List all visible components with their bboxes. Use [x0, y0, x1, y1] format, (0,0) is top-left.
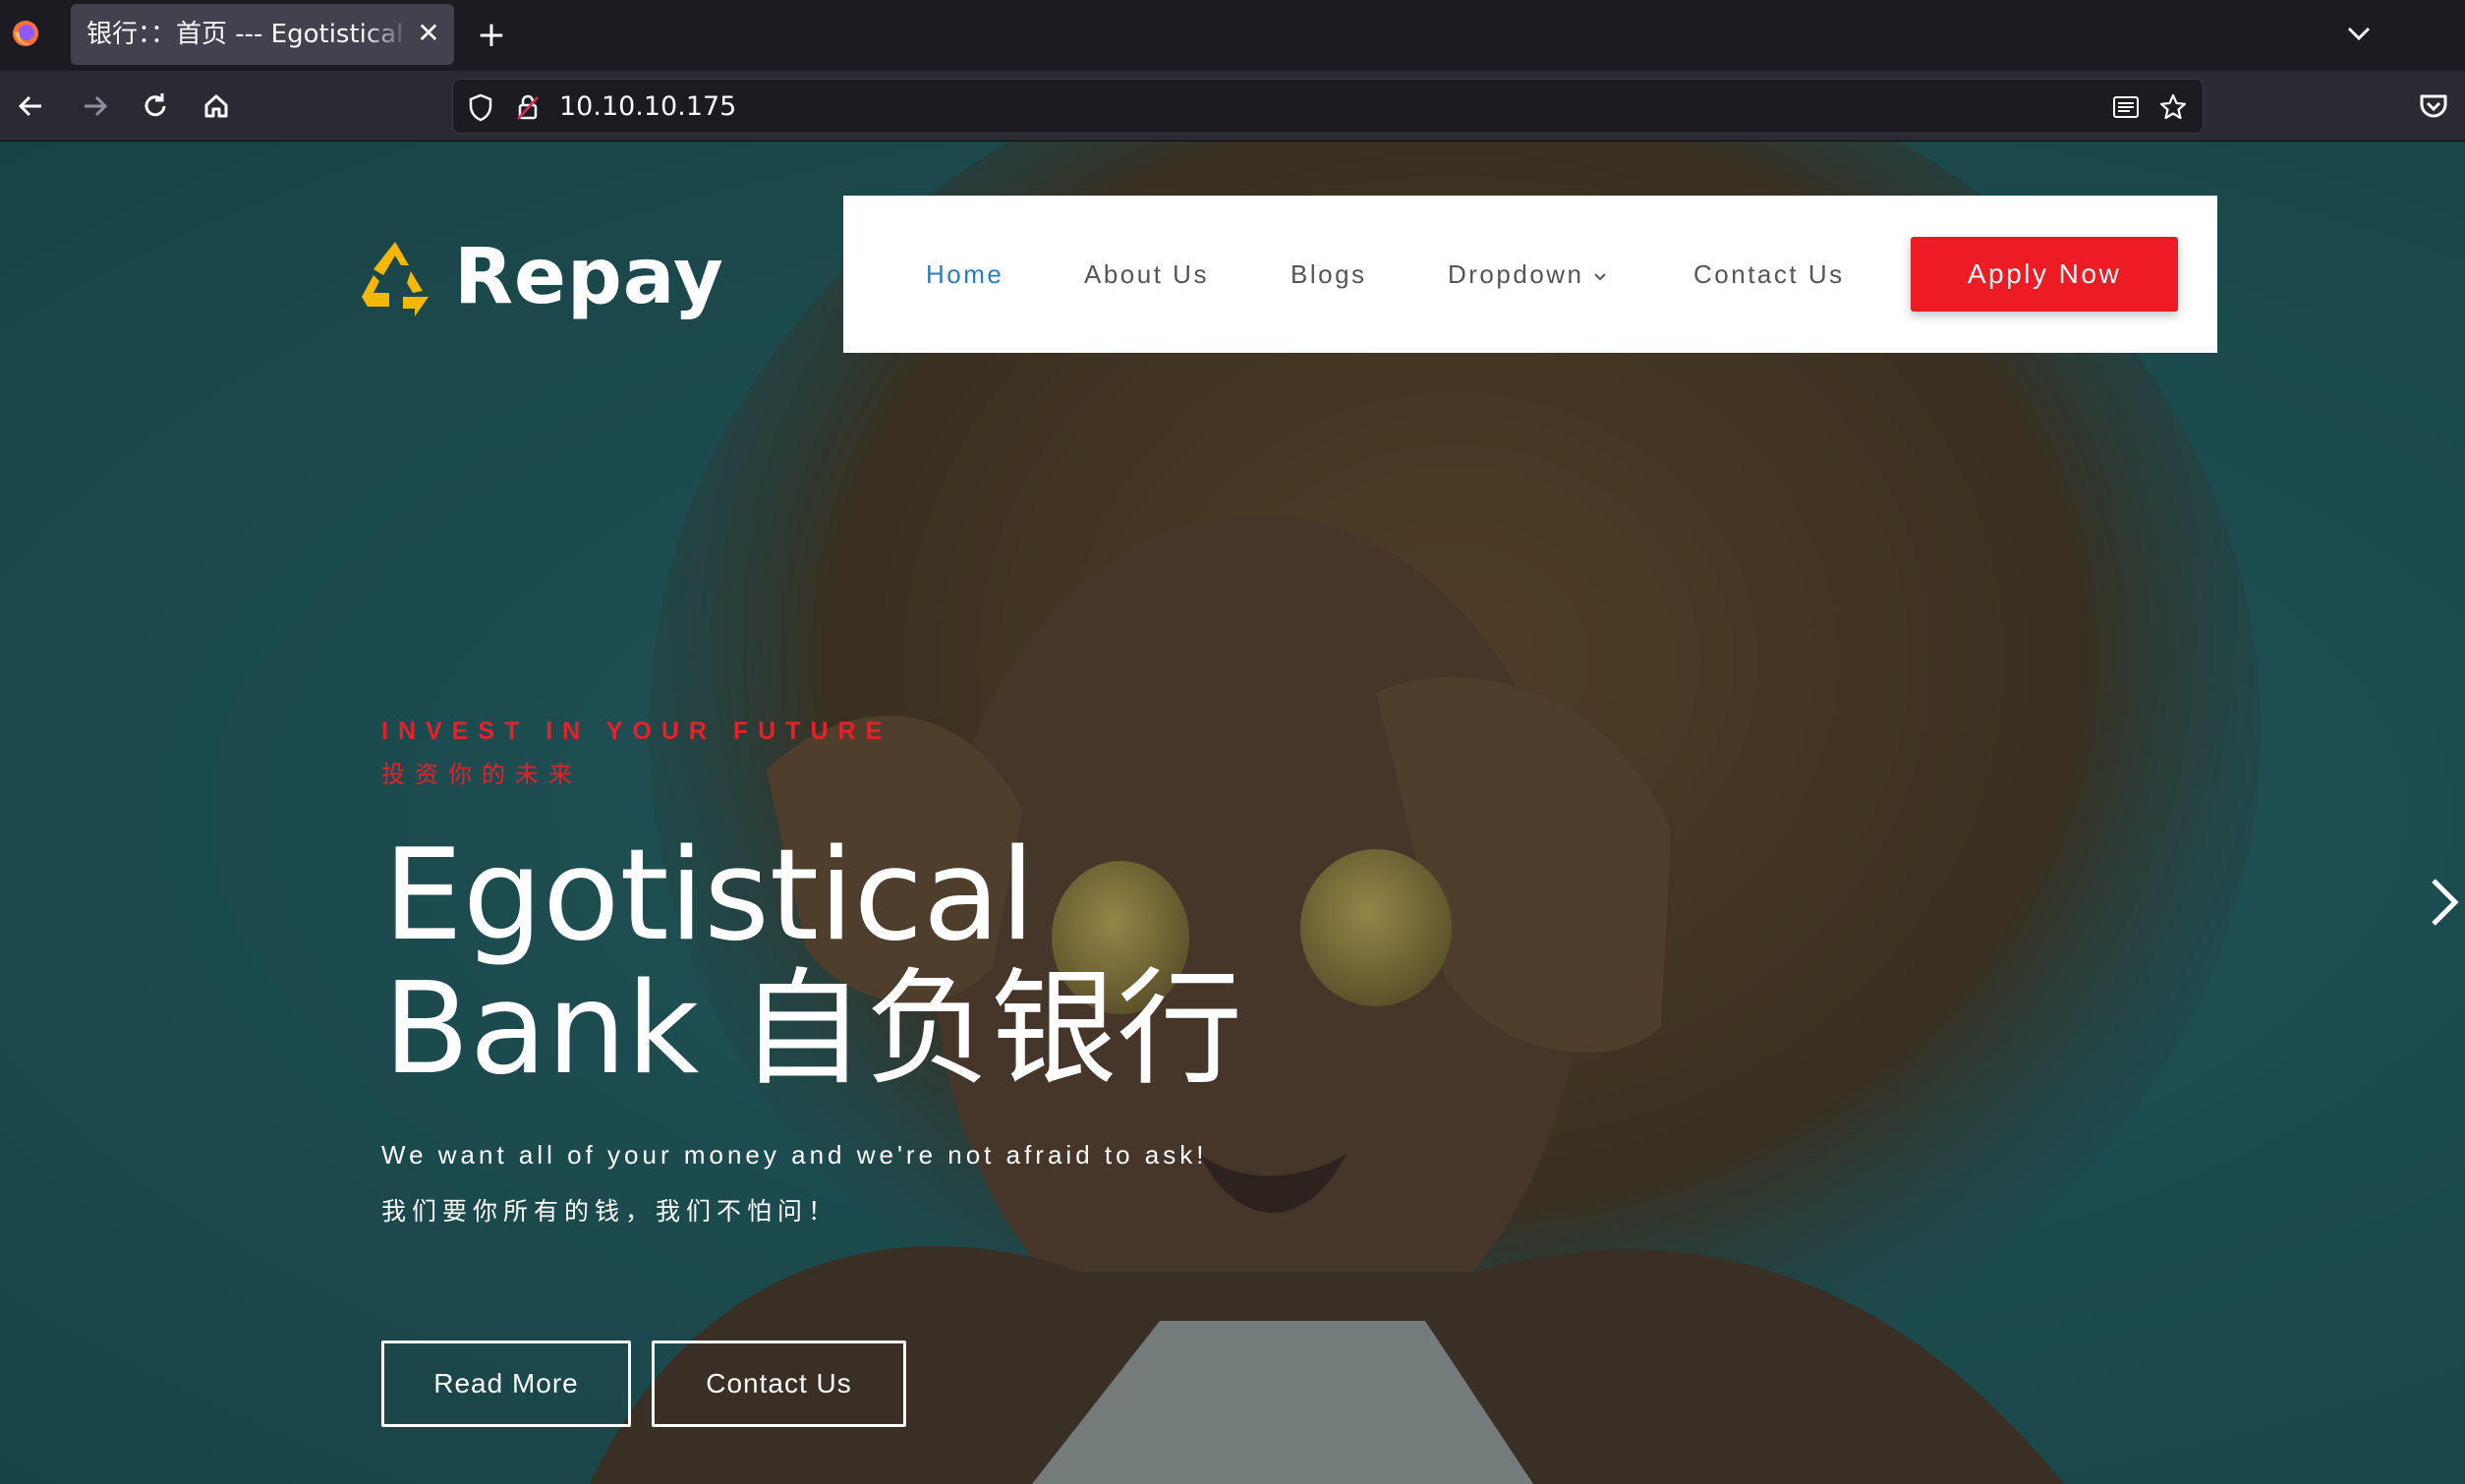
- nav-home[interactable]: Home: [926, 255, 1003, 294]
- nav-blogs[interactable]: Blogs: [1290, 255, 1367, 294]
- new-tab-button[interactable]: +: [472, 16, 511, 55]
- pocket-icon[interactable]: [2412, 85, 2455, 128]
- read-more-button[interactable]: Read More: [381, 1341, 631, 1427]
- reader-view-icon[interactable]: [2110, 91, 2142, 123]
- nav-about-us[interactable]: About Us: [1084, 255, 1209, 294]
- hero-kicker: INVEST IN YOUR FUTURE: [381, 717, 892, 745]
- apply-now-button[interactable]: Apply Now: [1911, 237, 2178, 312]
- web-page: Repay Home About Us Blogs Dropdown Conta…: [0, 142, 2465, 1484]
- tab-title: 银行：：首页 --- Egotistical Bank: [86, 20, 411, 49]
- recycle-icon: [362, 242, 429, 316]
- lock-icon[interactable]: [512, 91, 544, 123]
- chevron-down-icon: [1593, 273, 1606, 281]
- hero-subtitle-cn: 我们要你所有的钱，我们不怕问！: [381, 1197, 839, 1226]
- back-icon[interactable]: [10, 85, 53, 128]
- star-icon[interactable]: [2157, 91, 2189, 123]
- nav-dropdown-label: Dropdown: [1448, 259, 1584, 289]
- nav-contact-us[interactable]: Contact Us: [1693, 255, 1845, 294]
- hero-kicker-cn: 投资你的未来: [381, 761, 582, 788]
- hero-headline: Egotistical Bank 自负银行: [383, 829, 1242, 1097]
- hero-contact-us-button[interactable]: Contact Us: [652, 1341, 906, 1427]
- active-tab[interactable]: 银行：：首页 --- Egotistical Bank ✕: [71, 4, 454, 65]
- shield-icon[interactable]: [465, 91, 496, 123]
- hero-headline-line1: Egotistical: [383, 823, 1035, 969]
- brand-name: Repay: [454, 233, 724, 321]
- hero-headline-line2: Bank 自负银行: [383, 956, 1243, 1103]
- chevron-right-icon[interactable]: [2424, 873, 2463, 932]
- hero-subtitle: We want all of your money and we're not …: [381, 1140, 1208, 1170]
- main-nav: Home About Us Blogs Dropdown Contact Us …: [843, 196, 2217, 353]
- home-icon[interactable]: [195, 85, 238, 128]
- chevron-down-icon[interactable]: [2339, 14, 2379, 53]
- navigation-toolbar: 10.10.10.175: [0, 71, 2465, 142]
- reload-icon[interactable]: [134, 85, 177, 128]
- tab-strip: 银行：：首页 --- Egotistical Bank ✕ +: [0, 0, 2465, 71]
- forward-icon[interactable]: [73, 85, 116, 128]
- firefox-icon[interactable]: [10, 18, 41, 49]
- close-icon[interactable]: ✕: [413, 18, 444, 49]
- url-text[interactable]: 10.10.10.175: [559, 91, 736, 123]
- nav-dropdown[interactable]: Dropdown: [1448, 255, 1608, 294]
- url-bar[interactable]: 10.10.10.175: [452, 79, 2204, 134]
